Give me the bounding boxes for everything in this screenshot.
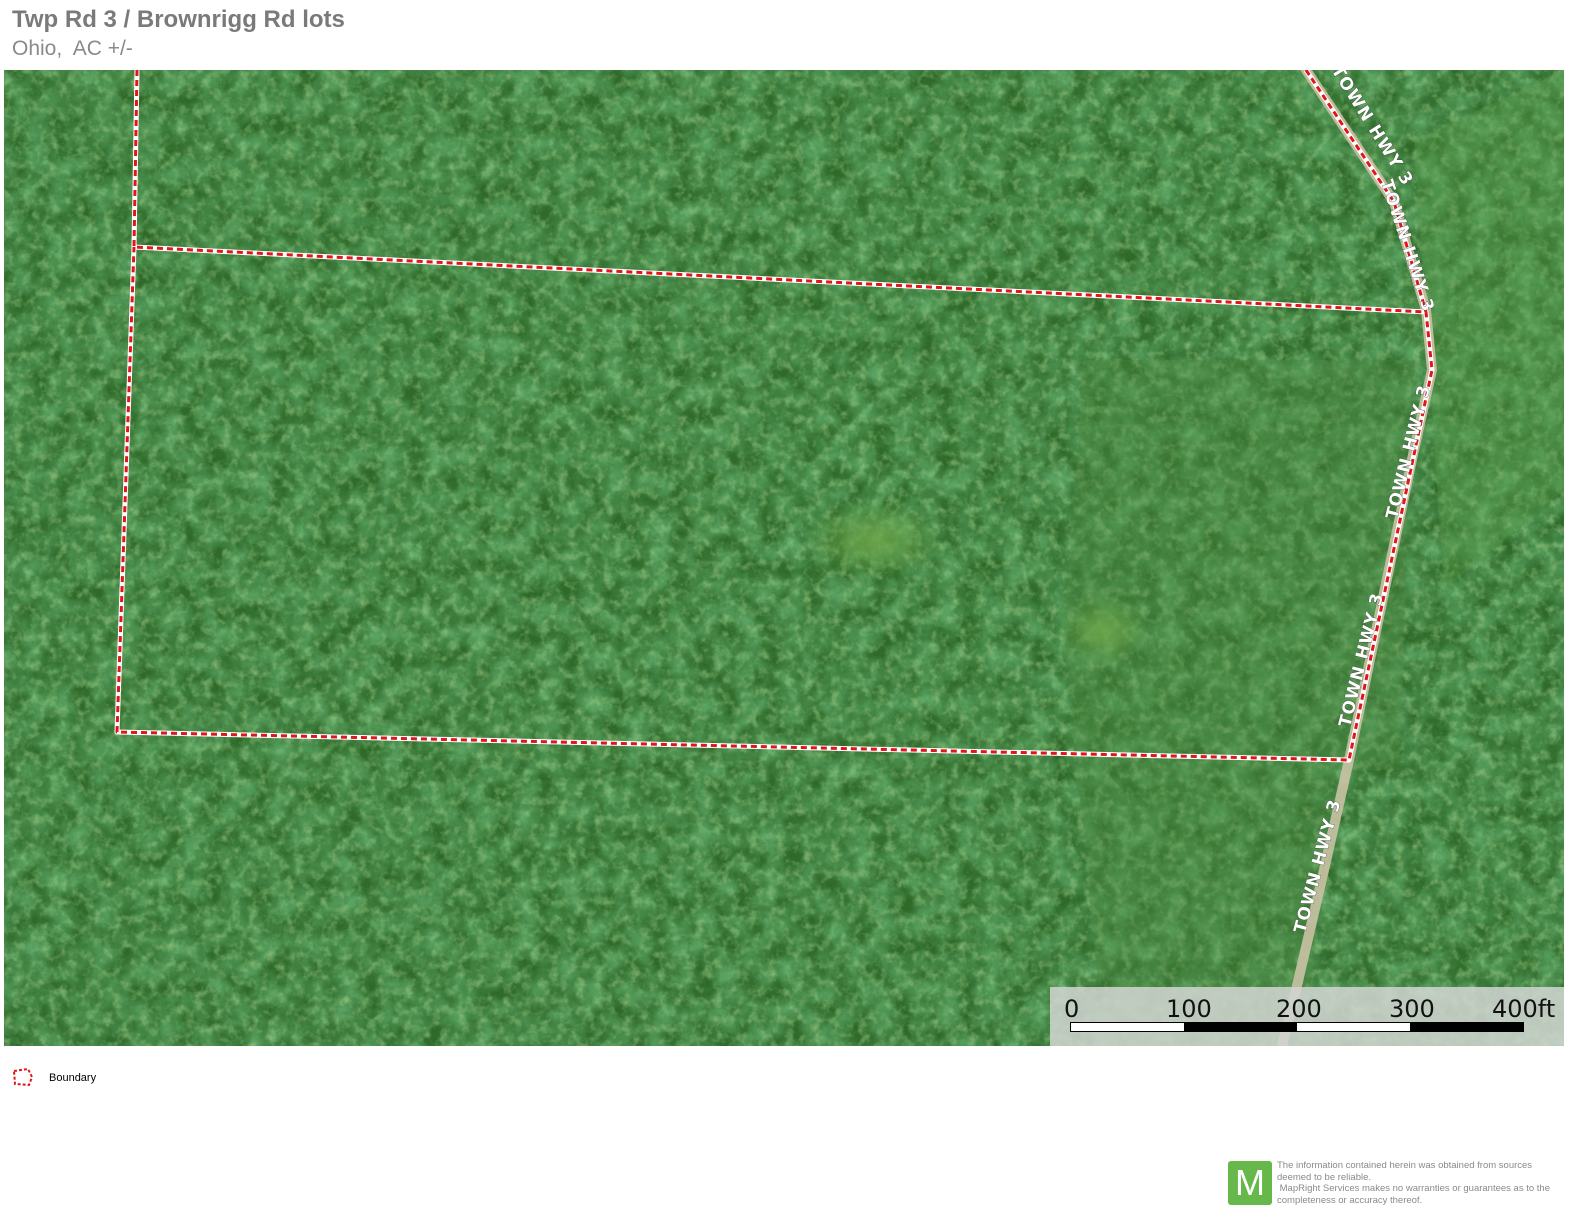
disclaimer-line: MapRight Services makes no warranties or… (1277, 1183, 1550, 1194)
clearing (1059, 595, 1149, 665)
scale-tick-label: 200 (1276, 995, 1322, 1023)
boundary-polygon-icon (12, 1068, 34, 1087)
scale-bar: 0 100 200 300 400ft (1050, 987, 1564, 1046)
scale-segment (1184, 1023, 1297, 1031)
aerial-map[interactable]: TOWN HWY 3 TOWN HWY 3 TOWN HWY 3 TOWN HW… (4, 70, 1564, 1046)
scale-segment (1297, 1023, 1410, 1031)
scale-tick-label: 0 (1064, 995, 1080, 1023)
scale-tick-label: 100 (1166, 995, 1212, 1023)
legend-label-boundary: Boundary (49, 1072, 97, 1084)
disclaimer-line: completeness or accuracy thereof. (1277, 1194, 1423, 1206)
disclaimer-text: The information contained herein was obt… (1277, 1160, 1577, 1206)
map-subtitle: Ohio, AC +/- (12, 37, 133, 60)
disclaimer-line: deemed to be reliable. (1277, 1171, 1372, 1183)
map-legend: Boundary (12, 1068, 96, 1088)
scale-segment (1071, 1023, 1184, 1031)
scale-tick-label: 400ft (1492, 995, 1556, 1023)
scale-tick-label: 300 (1389, 995, 1435, 1023)
map-title: Twp Rd 3 / Brownrigg Rd lots (12, 6, 345, 33)
scale-segment (1410, 1023, 1523, 1031)
clearing (804, 500, 944, 580)
disclaimer-line: The information contained herein was obt… (1277, 1160, 1533, 1171)
disclaimer: M The information contained herein was o… (1228, 1160, 1578, 1208)
mapright-logo: M (1228, 1161, 1272, 1205)
scale-track (1070, 1022, 1524, 1032)
map-canvas: TOWN HWY 3 TOWN HWY 3 TOWN HWY 3 TOWN HW… (4, 70, 1564, 1046)
